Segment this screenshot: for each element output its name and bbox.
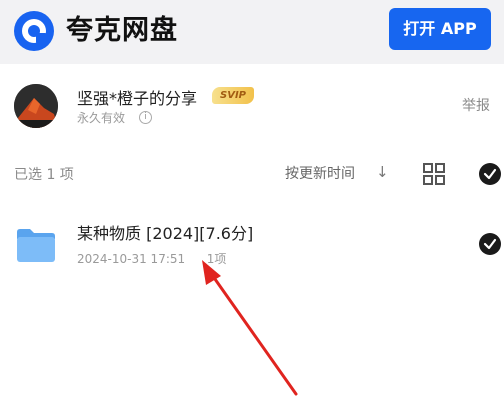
grid-view-icon[interactable] <box>423 163 445 185</box>
file-date: 2024-10-31 17:51 <box>77 252 186 266</box>
avatar <box>14 84 58 128</box>
open-app-button[interactable]: 打开 APP <box>389 8 491 50</box>
sharer-name: 坚强*橙子的分享 <box>77 89 198 108</box>
validity-text: 永久有效 <box>77 111 126 125</box>
sharer-info: 坚强*橙子的分享 SVIP 永久有效 i 举报 <box>0 64 504 146</box>
folder-icon <box>15 226 57 264</box>
info-icon[interactable]: i <box>139 111 152 124</box>
share-page: 夸克网盘 打开 APP 坚强*橙子的分享 SVIP 永久有效 i 举报 已选 1… <box>0 0 504 404</box>
file-item-count: 1项 <box>206 252 227 266</box>
file-meta: 2024-10-31 17:51 1项 <box>77 250 226 267</box>
svip-badge: SVIP <box>212 87 254 104</box>
quark-logo-icon <box>14 11 54 51</box>
sort-by-update-time-button[interactable]: 按更新时间 <box>285 163 355 183</box>
app-header: 夸克网盘 打开 APP <box>0 0 504 64</box>
selected-count: 已选 1 项 <box>14 167 74 183</box>
report-button[interactable]: 举报 <box>462 95 490 115</box>
selection-bar: 已选 1 项 按更新时间 ↓ <box>0 146 504 200</box>
file-selected-check-icon[interactable] <box>479 233 501 255</box>
brand-title: 夸克网盘 <box>66 15 178 46</box>
list-item[interactable]: 某种物质 [2024][7.6分] 2024-10-31 17:51 1项 <box>0 206 504 286</box>
select-all-check-icon[interactable] <box>479 163 501 185</box>
file-name: 某种物质 [2024][7.6分] <box>77 224 254 243</box>
sort-down-arrow-icon[interactable]: ↓ <box>376 163 389 181</box>
